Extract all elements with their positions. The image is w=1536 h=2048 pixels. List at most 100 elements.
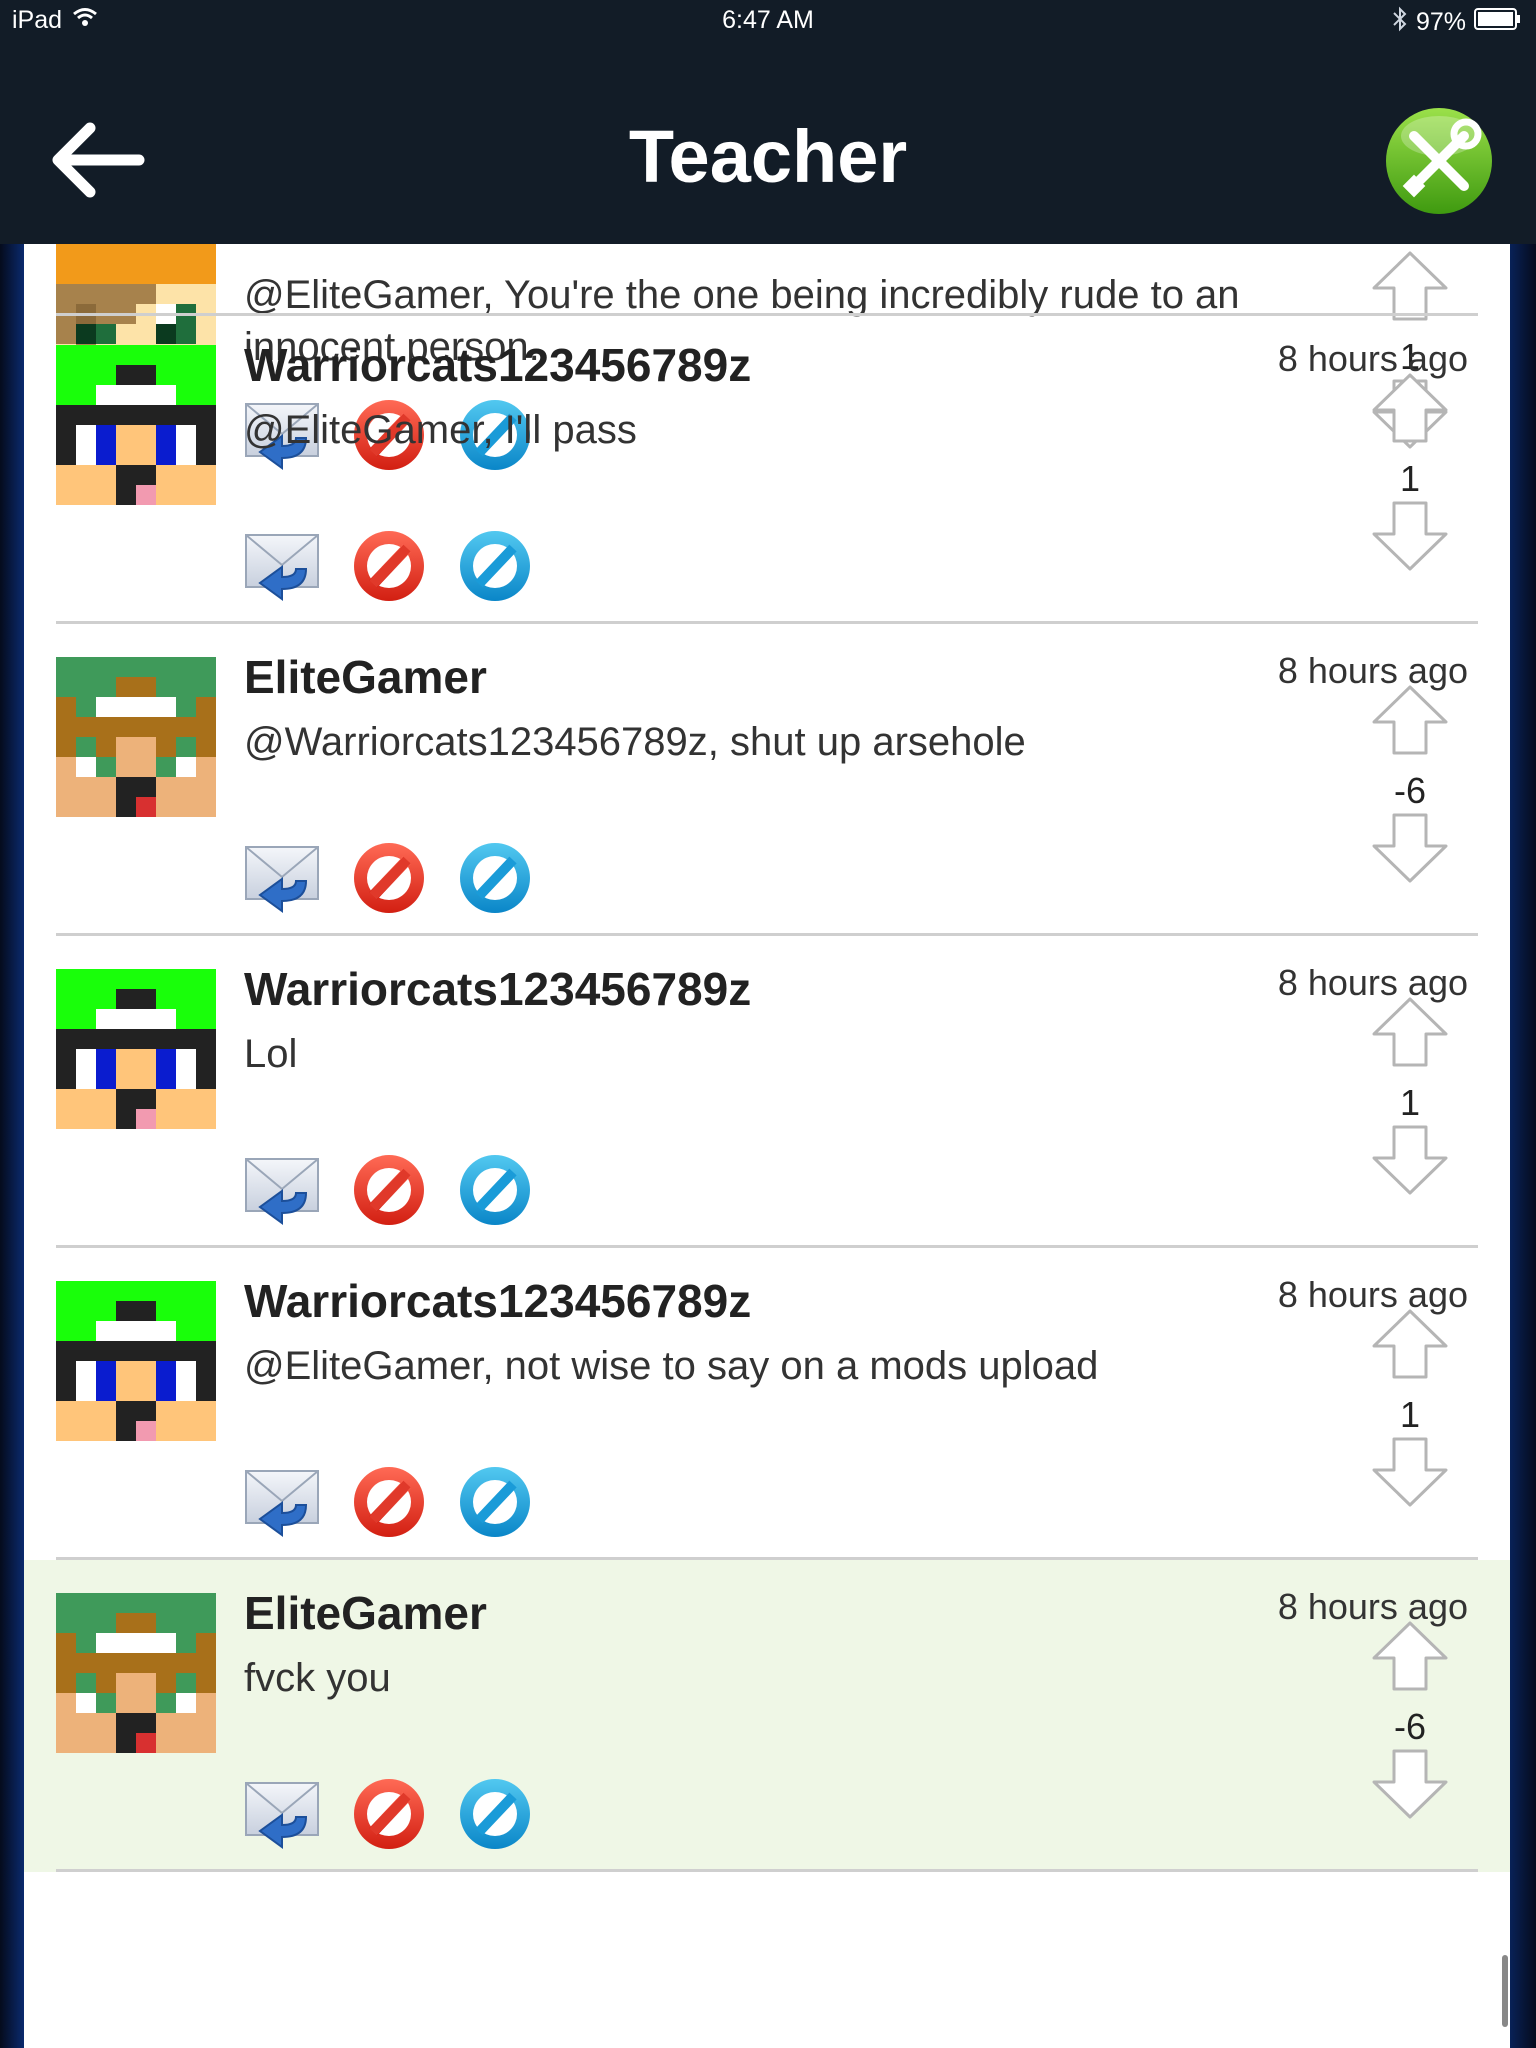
upvote-button[interactable]	[1370, 996, 1450, 1068]
avatar[interactable]	[56, 1593, 216, 1753]
vote-controls: 1	[1370, 1308, 1450, 1538]
ignore-button[interactable]	[456, 527, 534, 605]
bluetooth-icon	[1392, 6, 1408, 39]
page-title: Teacher	[628, 115, 908, 198]
vote-count: -6	[1393, 770, 1426, 811]
comment-row: Warriorcats123456789z 8 hours ago @Elite…	[24, 312, 1510, 624]
report-button[interactable]	[350, 1775, 428, 1853]
arrow-up-icon	[1372, 373, 1448, 443]
arrow-down-icon	[1372, 501, 1448, 571]
reply-button[interactable]	[244, 839, 322, 917]
comment-actions	[244, 527, 534, 605]
vote-count: 1	[1399, 1394, 1421, 1435]
avatar[interactable]	[56, 657, 216, 817]
arrow-down-icon	[1372, 813, 1448, 883]
avatar[interactable]	[56, 969, 216, 1129]
avatar-image	[56, 1281, 216, 1441]
block-blue-icon	[460, 531, 530, 601]
vote-controls: -6	[1370, 684, 1450, 914]
vote-count: 1	[1399, 1082, 1421, 1123]
reply-mail-icon	[245, 1470, 319, 1537]
block-red-icon	[354, 1779, 424, 1849]
upvote-button[interactable]	[1370, 1308, 1450, 1380]
vote-controls: 1	[1370, 996, 1450, 1226]
comment-username[interactable]: Warriorcats123456789z	[244, 1274, 751, 1328]
block-blue-icon	[460, 1779, 530, 1849]
avatar[interactable]	[56, 1281, 216, 1441]
comment-row: Warriorcats123456789z 8 hours ago Lol 1	[24, 936, 1510, 1248]
arrow-up-icon	[1372, 1309, 1448, 1379]
comment-row: @EliteGamer, You're the one being incred…	[24, 244, 1510, 470]
block-red-icon	[354, 1155, 424, 1225]
vote-controls: -6	[1370, 1620, 1450, 1850]
arrow-down-icon	[1372, 1125, 1448, 1195]
comment-list[interactable]: @EliteGamer, You're the one being incred…	[24, 244, 1510, 2048]
reply-button[interactable]	[244, 1151, 322, 1229]
avatar[interactable]	[56, 345, 216, 505]
tools-button[interactable]	[1384, 106, 1494, 216]
comment-text: fvck you	[244, 1656, 391, 1700]
comment-username[interactable]: EliteGamer	[244, 650, 487, 704]
report-button[interactable]	[350, 1151, 428, 1229]
block-red-icon	[354, 843, 424, 913]
wrench-screwdriver-icon	[1386, 108, 1492, 214]
downvote-button[interactable]	[1370, 500, 1450, 572]
reply-mail-icon	[245, 846, 319, 913]
avatar-image	[56, 969, 216, 1129]
block-blue-icon	[460, 1155, 530, 1225]
comment-actions	[244, 1775, 534, 1853]
arrow-up-icon	[1372, 997, 1448, 1067]
avatar-image	[56, 657, 216, 817]
arrow-up-icon	[1372, 1621, 1448, 1691]
comment-actions	[244, 1151, 534, 1229]
comment-actions	[244, 1463, 534, 1541]
scrollbar-thumb[interactable]	[1502, 1955, 1508, 2027]
ignore-button[interactable]	[456, 1775, 534, 1853]
row-divider	[56, 1869, 1478, 1872]
nav-bar: Teacher	[0, 44, 1536, 244]
block-blue-icon	[460, 843, 530, 913]
upvote-button[interactable]	[1370, 372, 1450, 444]
battery-percent: 97%	[1415, 8, 1466, 36]
comment-row: EliteGamer 8 hours ago @Warriorcats12345…	[24, 624, 1510, 936]
comment-username[interactable]: EliteGamer	[244, 1586, 487, 1640]
reply-button[interactable]	[244, 527, 322, 605]
clock: 6:47 AM	[722, 6, 814, 34]
ignore-button[interactable]	[456, 1151, 534, 1229]
downvote-button[interactable]	[1370, 1124, 1450, 1196]
downvote-button[interactable]	[1370, 1748, 1450, 1820]
comment-text: @Warriorcats123456789z, shut up arsehole	[244, 720, 1026, 764]
avatar-image	[56, 1593, 216, 1753]
arrow-up-icon	[1372, 685, 1448, 755]
reply-mail-icon	[245, 1782, 319, 1849]
upvote-button[interactable]	[1370, 1620, 1450, 1692]
comment-actions	[244, 839, 534, 917]
reply-mail-icon	[245, 534, 319, 601]
ignore-button[interactable]	[456, 839, 534, 917]
report-button[interactable]	[350, 839, 428, 917]
vote-count: 1	[1399, 458, 1421, 499]
downvote-button[interactable]	[1370, 812, 1450, 884]
upvote-button[interactable]	[1370, 684, 1450, 756]
comment-row: EliteGamer 8 hours ago fvck you -6	[24, 1560, 1510, 1872]
report-button[interactable]	[350, 527, 428, 605]
block-blue-icon	[460, 1467, 530, 1537]
reply-mail-icon	[245, 1158, 319, 1225]
vote-count: -6	[1393, 1706, 1426, 1747]
block-red-icon	[354, 1467, 424, 1537]
battery-icon	[1474, 8, 1522, 37]
report-button[interactable]	[350, 1463, 428, 1541]
arrow-down-icon	[1372, 1437, 1448, 1507]
downvote-button[interactable]	[1370, 1436, 1450, 1508]
reply-button[interactable]	[244, 1463, 322, 1541]
reply-button[interactable]	[244, 1775, 322, 1853]
comment-text: @EliteGamer, I'll pass	[244, 408, 637, 452]
comment-username[interactable]: Warriorcats123456789z	[244, 338, 751, 392]
vote-controls: 1	[1370, 372, 1450, 602]
comment-username[interactable]: Warriorcats123456789z	[244, 962, 751, 1016]
arrow-down-icon	[1372, 1749, 1448, 1819]
status-bar: iPad 6:47 AM 97%	[0, 0, 1536, 44]
ignore-button[interactable]	[456, 1463, 534, 1541]
comment-row: Warriorcats123456789z 8 hours ago @Elite…	[24, 1248, 1510, 1560]
comment-text: Lol	[244, 1032, 298, 1076]
